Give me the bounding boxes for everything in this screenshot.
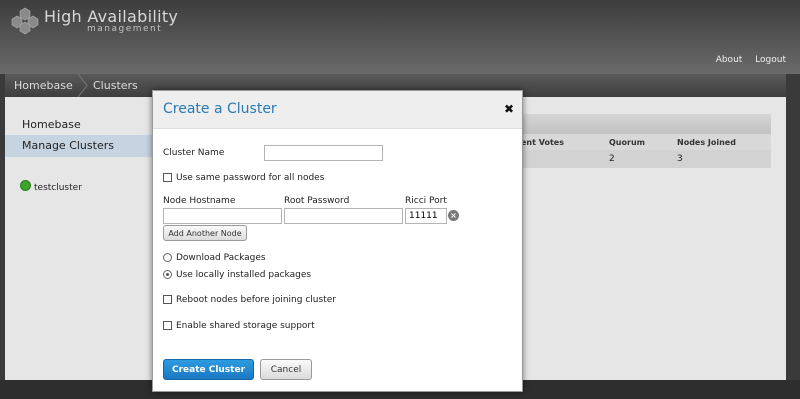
cell-quorum: 2 [609,154,615,164]
about-link[interactable]: About [716,55,743,65]
ricci-port-input[interactable] [405,208,447,224]
sidebar-item-homebase[interactable]: Homebase [5,114,153,136]
root-password-input[interactable] [284,208,403,224]
cluster-name-label: Cluster Name [163,148,225,158]
create-cluster-dialog: Create a Cluster ✖ Cluster Name Use same… [152,90,523,392]
table-header-bar [521,114,771,134]
app-subtitle: management [87,24,163,34]
cluster-name: testcluster [34,183,82,193]
clusters-table: ent Votes Quorum Nodes Joined 2 3 [521,114,771,172]
node-hostname-input[interactable] [163,208,282,224]
dialog-header: Create a Cluster ✖ [153,91,522,129]
table-row[interactable]: 2 3 [521,150,771,168]
logo-icon [11,7,39,35]
add-another-node-button[interactable]: Add Another Node [163,225,247,241]
column-quorum: Quorum [609,138,645,147]
logout-link[interactable]: Logout [755,55,786,65]
shared-storage-checkbox[interactable] [163,321,172,330]
column-votes: ent Votes [521,138,564,147]
cell-nodes-joined: 3 [677,154,683,164]
ricci-port-header: Ricci Port [405,196,447,206]
download-packages-radio[interactable] [163,253,172,262]
status-ok-icon [20,180,31,191]
breadcrumb-homebase[interactable]: Homebase [14,79,73,92]
reboot-nodes-label: Reboot nodes before joining cluster [176,295,336,305]
same-password-label: Use same password for all nodes [176,173,325,183]
breadcrumb-clusters[interactable]: Clusters [93,79,138,92]
close-icon[interactable]: ✖ [504,102,514,116]
reboot-nodes-checkbox[interactable] [163,295,172,304]
cluster-name-input[interactable] [264,145,383,161]
breadcrumb-separator-icon [77,74,88,97]
shared-storage-label: Enable shared storage support [176,321,315,331]
root-password-header: Root Password [284,196,350,206]
local-packages-label: Use locally installed packages [176,270,312,280]
top-links: About Logout [706,55,786,65]
table-column-headers: ent Votes Quorum Nodes Joined [521,134,771,150]
sidebar-item-manage-clusters[interactable]: Manage Clusters [5,135,153,157]
remove-node-icon[interactable]: × [448,210,459,221]
column-nodes-joined: Nodes Joined [677,138,736,147]
node-hostname-header: Node Hostname [163,196,236,206]
cancel-button[interactable]: Cancel [260,359,312,380]
same-password-checkbox[interactable] [163,173,172,182]
create-cluster-button[interactable]: Create Cluster [163,359,254,380]
cluster-list-item[interactable]: testcluster [20,180,82,193]
download-packages-label: Download Packages [176,253,266,263]
local-packages-radio[interactable] [163,270,172,279]
dialog-title: Create a Cluster [163,101,277,117]
app-header: High Availability management About Logou… [0,0,800,74]
